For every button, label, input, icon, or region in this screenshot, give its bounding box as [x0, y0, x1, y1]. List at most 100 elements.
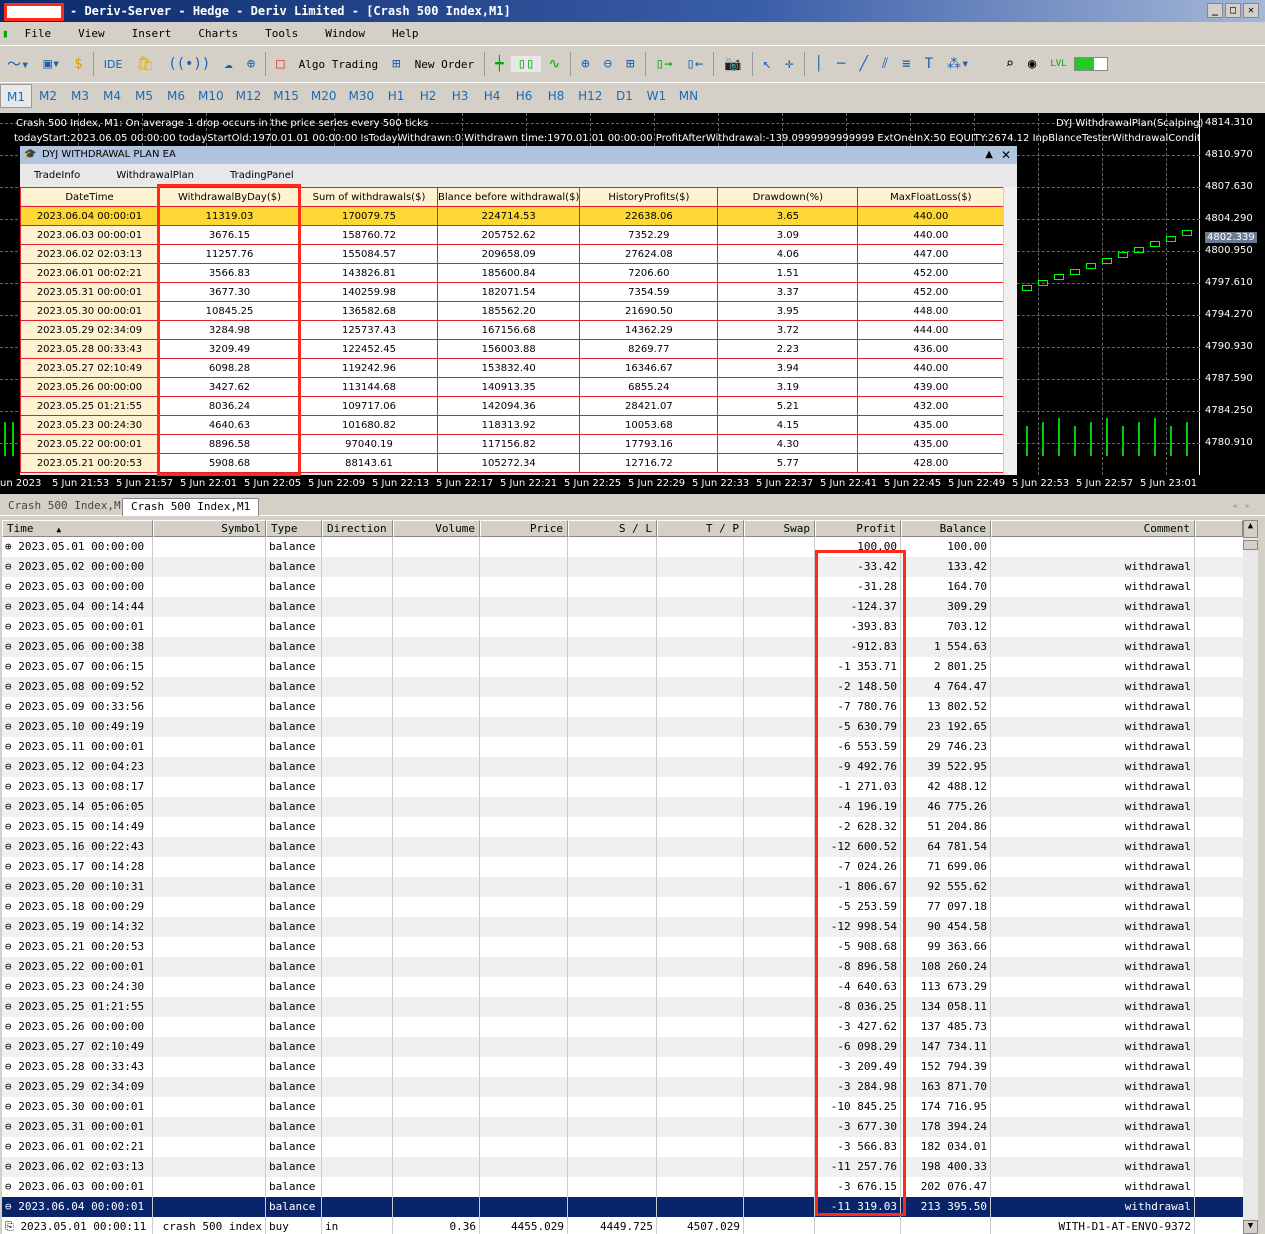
cloud-icon[interactable]: ☁ — [217, 56, 239, 72]
collapse-icon[interactable]: ⊖ — [5, 1000, 18, 1013]
timeframe-m6[interactable]: M6 — [160, 84, 192, 108]
history-row[interactable]: ⊖ 2023.05.06 00:00:38 balance -912.83 1 554… — [2, 637, 1243, 657]
timeframe-m3[interactable]: M3 — [64, 84, 96, 108]
chart-shift-icon[interactable]: ▯← — [679, 56, 710, 72]
dollar-icon[interactable]: $ — [67, 56, 89, 72]
column-header-price[interactable]: Price — [480, 520, 568, 537]
menu-view[interactable]: View — [62, 27, 116, 40]
trendline-icon[interactable]: ╱ — [852, 56, 874, 72]
timeframe-m12[interactable]: M12 — [230, 84, 268, 108]
timeframe-m30[interactable]: M30 — [343, 84, 381, 108]
history-row[interactable]: ⊖ 2023.05.17 00:14:28 balance -7 024.26 71 … — [2, 857, 1243, 877]
table-row[interactable]: 2023.06.01 00:02:21 3566.83 143826.81 18560… — [20, 263, 1005, 283]
collapse-icon[interactable]: ⊖ — [5, 940, 18, 953]
history-row[interactable]: ⊖ 2023.05.26 00:00:00 balance -3 427.62 137… — [2, 1017, 1243, 1037]
column-header-comment[interactable]: Comment — [991, 520, 1195, 537]
timeframe-w1[interactable]: W1 — [640, 84, 672, 108]
table-row[interactable]: 2023.06.04 00:00:01 11319.03 170079.75 2247… — [20, 206, 1005, 226]
column-header-swap[interactable]: Swap — [744, 520, 815, 537]
menu-charts[interactable]: Charts — [182, 27, 249, 40]
history-row[interactable]: ⊕ 2023.05.01 00:00:00 balance 100.00 100.00 — [2, 537, 1243, 557]
signals-icon[interactable]: ((•)) — [161, 56, 217, 72]
timeframe-m5[interactable]: M5 — [128, 84, 160, 108]
column-header[interactable]: MaxFloatLoss($) — [857, 187, 1005, 207]
collapse-icon[interactable]: ⊖ — [5, 580, 18, 593]
collapse-icon[interactable]: ⊖ — [5, 840, 18, 853]
timeframe-m10[interactable]: M10 — [192, 84, 230, 108]
history-scrollbar[interactable]: ▲ ▼ — [1243, 520, 1258, 1234]
history-row[interactable]: ⊖ 2023.05.05 00:00:01 balance -393.83 703.1… — [2, 617, 1243, 637]
deal-icon[interactable]: ⎘ — [5, 1220, 20, 1233]
column-header[interactable]: HistoryProfits($) — [579, 187, 719, 207]
timeframe-h4[interactable]: H4 — [476, 84, 508, 108]
timeframe-m20[interactable]: M20 — [305, 84, 343, 108]
chart-tab-active[interactable]: Crash 500 Index,M1 — [122, 498, 260, 516]
history-row[interactable]: ⊖ 2023.06.01 00:02:21 balance -3 566.83 182… — [2, 1137, 1243, 1157]
zoom-in-icon[interactable]: ⊕ — [574, 56, 596, 72]
column-header-balance[interactable]: Balance — [901, 520, 991, 537]
candlestick-icon[interactable]: ▯▯ — [510, 56, 542, 72]
history-row[interactable]: ⊖ 2023.05.19 00:14:32 balance -12 998.54 90… — [2, 917, 1243, 937]
table-row[interactable]: 2023.05.23 00:24:30 4640.63 101680.82 11831… — [20, 415, 1005, 435]
history-row[interactable]: ⊖ 2023.05.04 00:14:44 balance -124.37 309.2… — [2, 597, 1243, 617]
collapse-icon[interactable]: ⊖ — [5, 560, 18, 573]
collapse-icon[interactable]: ⊖ — [5, 1160, 18, 1173]
tile-icon[interactable]: ⊞ — [619, 56, 641, 72]
collapse-icon[interactable]: ⊖ — [5, 1060, 18, 1073]
channel-icon[interactable]: ⫽ — [875, 56, 895, 72]
ide-button[interactable]: IDE — [97, 58, 130, 71]
collapse-icon[interactable]: ⊖ — [5, 800, 18, 813]
menu-window[interactable]: Window — [309, 27, 376, 40]
new-order-button[interactable]: New Order — [408, 58, 482, 71]
menu-insert[interactable]: Insert — [116, 27, 183, 40]
history-row[interactable]: ⊖ 2023.05.02 00:00:00 balance -33.42 133.42… — [2, 557, 1243, 577]
table-row[interactable]: 2023.06.03 00:00:01 3676.15 158760.72 20575… — [20, 225, 1005, 245]
horizontal-line-icon[interactable]: ─ — [830, 56, 852, 72]
column-header-symbol[interactable]: Symbol — [153, 520, 266, 537]
history-row[interactable]: ⊖ 2023.05.12 00:04:23 balance -9 492.76 39 … — [2, 757, 1243, 777]
line-chart-icon[interactable]: ∿ — [541, 56, 567, 72]
history-row[interactable]: ⊖ 2023.05.16 00:22:43 balance -12 600.52 64… — [2, 837, 1243, 857]
table-row[interactable]: 2023.06.02 02:03:13 11257.76 155084.57 2096… — [20, 244, 1005, 264]
history-row[interactable]: ⊖ 2023.05.18 00:00:29 balance -5 253.59 77 … — [2, 897, 1243, 917]
column-header-profit[interactable]: Profit — [815, 520, 901, 537]
column-header-type[interactable]: Type — [266, 520, 322, 537]
history-row[interactable]: ⊖ 2023.05.03 00:00:00 balance -31.28 164.70… — [2, 577, 1243, 597]
sort-asc-icon[interactable]: ▲ — [52, 525, 61, 534]
collapse-icon[interactable]: ⊖ — [5, 860, 18, 873]
history-row[interactable]: ⊖ 2023.05.20 00:10:31 balance -1 806.67 92 … — [2, 877, 1243, 897]
zoom-out-icon[interactable]: ⊖ — [597, 56, 619, 72]
column-header-sl[interactable]: S / L — [568, 520, 657, 537]
line-tool-icon[interactable]: 〜▾ — [0, 54, 36, 74]
timeframe-d1[interactable]: D1 — [608, 84, 640, 108]
scroll-down-icon[interactable]: ▼ — [1243, 1220, 1258, 1234]
collapse-icon[interactable]: ⊖ — [5, 620, 18, 633]
table-row[interactable]: 2023.05.25 01:21:55 8036.24 109717.06 14209… — [20, 396, 1005, 416]
collapse-icon[interactable]: ⊖ — [5, 1180, 18, 1193]
account-icon[interactable]: ◉ — [1021, 56, 1043, 72]
screenshot-icon[interactable]: 📷 — [717, 56, 748, 72]
expand-icon[interactable]: ⊕ — [5, 540, 18, 553]
menu-tools[interactable]: Tools — [249, 27, 309, 40]
vertical-line-icon[interactable]: │ — [808, 56, 830, 72]
text-icon[interactable]: T — [918, 56, 940, 72]
timeframe-h3[interactable]: H3 — [444, 84, 476, 108]
collapse-icon[interactable]: ⊖ — [5, 760, 18, 773]
history-row[interactable]: ⊖ 2023.05.15 00:14:49 balance -2 628.32 51 … — [2, 817, 1243, 837]
market-icon[interactable]: 🛍 — [129, 56, 161, 72]
history-row[interactable]: ⊖ 2023.05.11 00:00:01 balance -6 553.59 29 … — [2, 737, 1243, 757]
collapse-icon[interactable]: ⊖ — [5, 720, 18, 733]
autoscroll-icon[interactable]: ▯→ — [649, 56, 680, 72]
column-header-tp[interactable]: T / P — [657, 520, 744, 537]
history-row[interactable]: ⊖ 2023.05.13 00:08:17 balance -1 271.03 42 … — [2, 777, 1243, 797]
history-row[interactable]: ⊖ 2023.06.02 02:03:13 balance -11 257.76 19… — [2, 1157, 1243, 1177]
timeframe-m4[interactable]: M4 — [96, 84, 128, 108]
column-header-direction[interactable]: Direction — [322, 520, 393, 537]
algo-trading-button[interactable]: Algo Trading — [292, 58, 385, 71]
table-row[interactable]: 2023.05.28 00:33:43 3209.49 122452.45 15600… — [20, 339, 1005, 359]
history-row[interactable]: ⊖ 2023.05.21 00:20:53 balance -5 908.68 99 … — [2, 937, 1243, 957]
history-row[interactable]: ⊖ 2023.05.07 00:06:15 balance -1 353.71 2 8… — [2, 657, 1243, 677]
column-header-time[interactable]: Time ▲ — [2, 520, 153, 537]
collapse-icon[interactable]: ⊖ — [5, 700, 18, 713]
collapse-icon[interactable]: ⊖ — [5, 780, 18, 793]
